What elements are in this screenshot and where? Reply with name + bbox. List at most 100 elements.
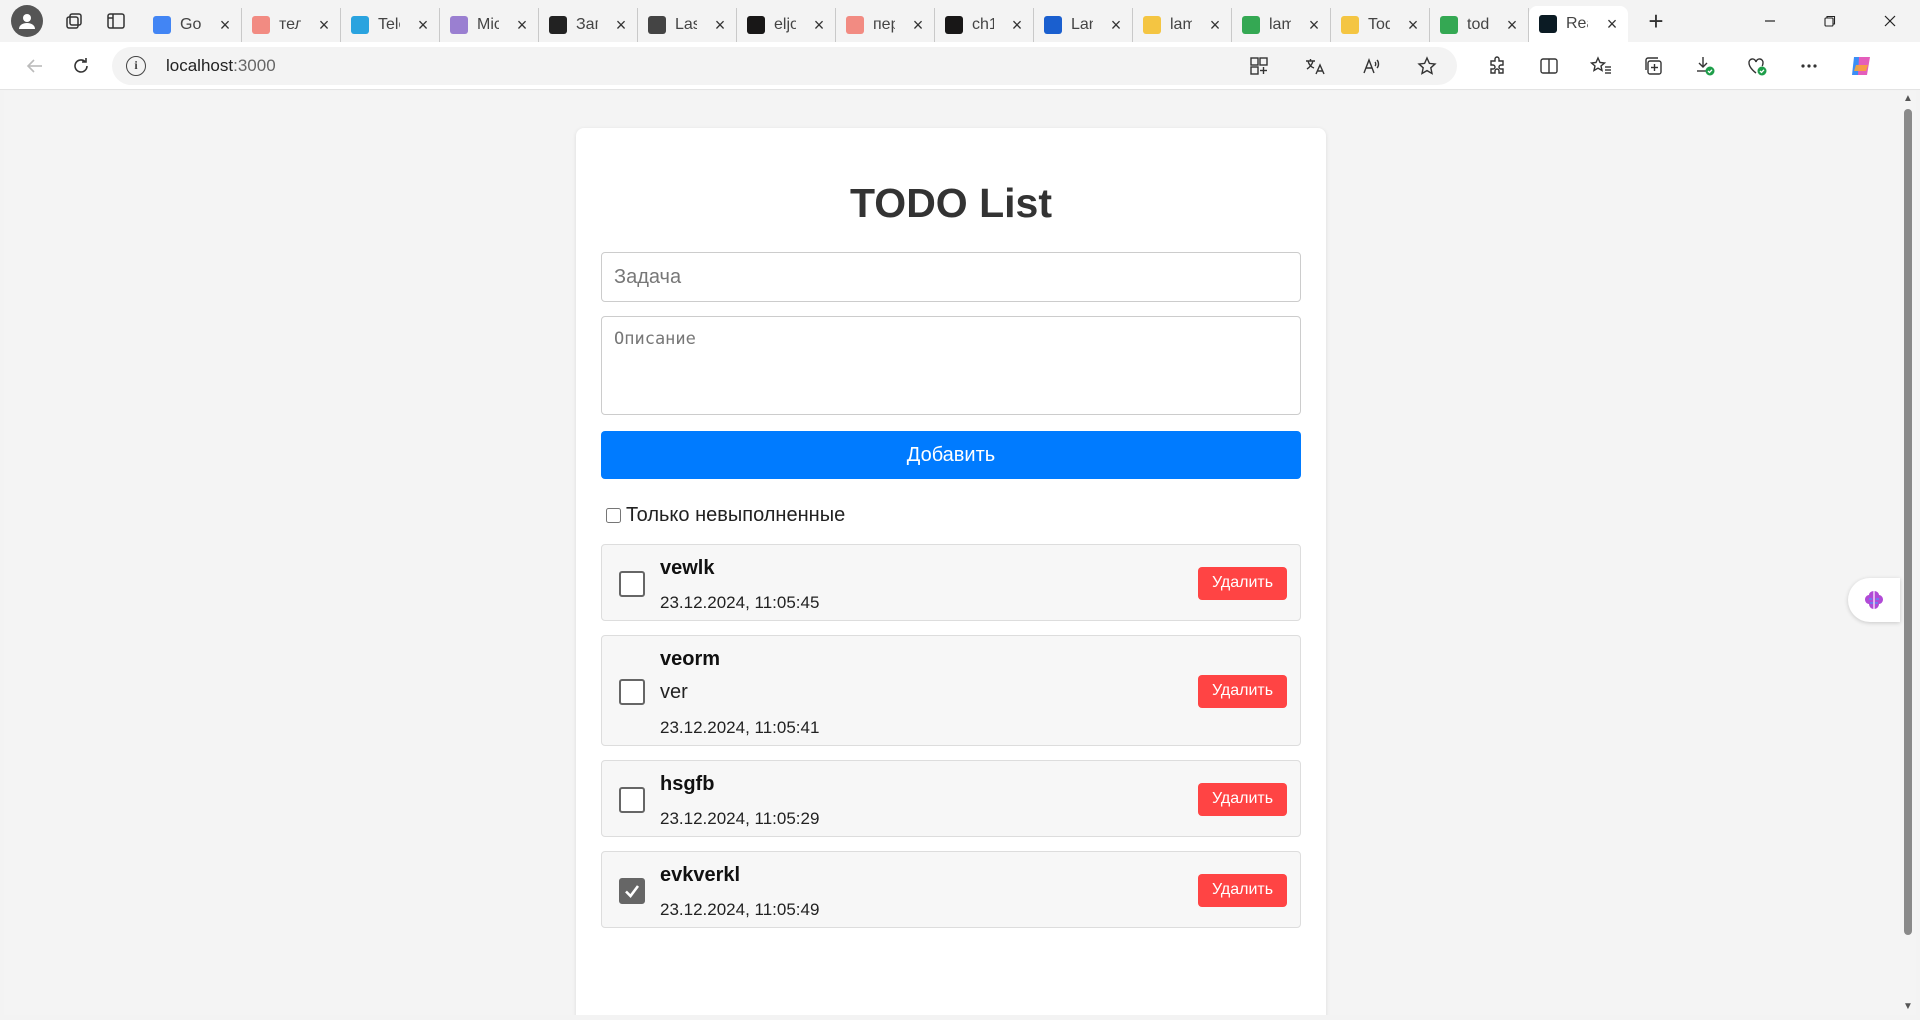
page-title: TODO List: [850, 180, 1052, 226]
browser-tab[interactable]: Rea ×: [1529, 6, 1628, 42]
todo-checkbox[interactable]: [619, 570, 645, 597]
downloads-icon[interactable]: [1689, 50, 1721, 82]
todo-title: vewlk: [660, 557, 715, 579]
todo-item: evkverkl 23.12.2024, 11:05:49 Удалить: [601, 851, 1301, 928]
url-port: :3000: [233, 55, 276, 75]
window-controls: [1740, 0, 1920, 42]
copilot-sidebar-button[interactable]: [1848, 578, 1900, 622]
folder-icon: [1143, 16, 1161, 34]
url-text[interactable]: localhost:3000: [166, 56, 276, 76]
tab-title: Зап: [576, 16, 598, 33]
delete-button[interactable]: Удалить: [1198, 782, 1287, 816]
copilot-icon[interactable]: [1845, 50, 1877, 82]
delete-button[interactable]: Удалить: [1198, 873, 1287, 907]
tab-title: тел: [279, 16, 301, 33]
browser-tab[interactable]: тел ×: [242, 8, 341, 42]
browser-tab[interactable]: tod ×: [1430, 8, 1529, 42]
tab-close-icon[interactable]: ×: [910, 16, 926, 34]
tab-close-icon[interactable]: ×: [316, 16, 332, 34]
back-icon[interactable]: [14, 46, 56, 86]
tab-title: ch1: [972, 16, 994, 33]
tab-close-icon[interactable]: ×: [712, 16, 728, 34]
close-window-icon[interactable]: [1860, 0, 1920, 42]
new-tab-button[interactable]: +: [1632, 0, 1680, 42]
tab-close-icon[interactable]: ×: [811, 16, 827, 34]
tab-close-icon[interactable]: ×: [1009, 16, 1025, 34]
extensions-icon[interactable]: [1481, 50, 1513, 82]
browser-tab[interactable]: Mic ×: [440, 8, 539, 42]
browser-tab[interactable]: Зап ×: [539, 8, 638, 42]
todo-checkbox[interactable]: [619, 877, 645, 904]
tab-title: Tele: [378, 16, 400, 33]
filter-label: Только невыполненные: [626, 504, 846, 526]
todo-date: 23.12.2024, 11:05:29: [660, 809, 820, 828]
browser-tab[interactable]: Goo ×: [143, 8, 242, 42]
todo-date: 23.12.2024, 11:05:49: [660, 900, 820, 919]
favorites-icon[interactable]: [1585, 50, 1617, 82]
tab-title: Tod: [1368, 16, 1390, 33]
restore-icon[interactable]: [1800, 0, 1860, 42]
browser-tab[interactable]: eljo ×: [737, 8, 836, 42]
tab-close-icon[interactable]: ×: [1504, 16, 1520, 34]
workspaces-icon[interactable]: [53, 0, 95, 42]
tab-close-icon[interactable]: ×: [1405, 16, 1421, 34]
read-aloud-icon[interactable]: [1355, 50, 1387, 82]
add-button[interactable]: Добавить: [601, 431, 1301, 479]
todo-card: TODO List Добавить Только невыполненные …: [576, 128, 1326, 1015]
tab-title: tod: [1467, 16, 1489, 33]
tab-close-icon[interactable]: ×: [1306, 16, 1322, 34]
filter-incomplete[interactable]: Только невыполненные: [606, 504, 845, 527]
scroll-up-icon[interactable]: ▲: [1902, 93, 1914, 105]
tab-list: Goo×тел×Tele×Mic×Зап×Las×eljo×пер×ch1×La…: [143, 0, 1628, 42]
scrollbar-thumb[interactable]: [1904, 109, 1912, 935]
browser-essentials-icon[interactable]: [1741, 50, 1773, 82]
refresh-icon[interactable]: [60, 46, 102, 86]
tab-close-icon[interactable]: ×: [217, 16, 233, 34]
app-available-icon[interactable]: [1243, 50, 1275, 82]
delete-button[interactable]: Удалить: [1198, 566, 1287, 600]
browser-tab[interactable]: Tele ×: [341, 8, 440, 42]
browser-tab[interactable]: Tod ×: [1331, 8, 1430, 42]
tab-title: eljo: [774, 16, 796, 33]
todo-checkbox[interactable]: [619, 786, 645, 813]
more-options-icon[interactable]: [1793, 50, 1825, 82]
delete-button[interactable]: Удалить: [1198, 674, 1287, 708]
translate-icon[interactable]: [1299, 50, 1331, 82]
tab-close-icon[interactable]: ×: [514, 16, 530, 34]
todo-item: vewlk 23.12.2024, 11:05:45 Удалить: [601, 544, 1301, 621]
tab-close-icon[interactable]: ×: [613, 16, 629, 34]
site-info-icon[interactable]: i: [126, 55, 146, 76]
minimize-icon[interactable]: [1740, 0, 1800, 42]
bot-icon: [549, 16, 567, 34]
tab-title: Goo: [180, 16, 202, 33]
description-textarea[interactable]: [601, 316, 1301, 415]
todo-checkbox[interactable]: [619, 678, 645, 705]
tab-close-icon[interactable]: ×: [1108, 16, 1124, 34]
profile-icon[interactable]: [11, 5, 43, 37]
browser-tab[interactable]: ch1 ×: [935, 8, 1034, 42]
tab-close-icon[interactable]: ×: [415, 16, 431, 34]
contact-icon: [1044, 16, 1062, 34]
browser-tab[interactable]: Las ×: [638, 8, 737, 42]
split-screen-icon[interactable]: [1533, 50, 1565, 82]
browser-tab[interactable]: lam ×: [1133, 8, 1232, 42]
collections-icon[interactable]: [1637, 50, 1669, 82]
address-bar[interactable]: i localhost:3000: [112, 46, 1457, 85]
tab-close-icon[interactable]: ×: [1604, 15, 1620, 33]
tab-close-icon[interactable]: ×: [1207, 16, 1223, 34]
browser-tab[interactable]: lam ×: [1232, 8, 1331, 42]
github-icon: [945, 16, 963, 34]
todo-item: veorm ver 23.12.2024, 11:05:41 Удалить: [601, 635, 1301, 746]
task-input[interactable]: [601, 252, 1301, 302]
browser-tab[interactable]: пер ×: [836, 8, 935, 42]
filter-checkbox[interactable]: [606, 508, 621, 523]
todo-title: hsgfb: [660, 773, 715, 795]
google-icon: [153, 16, 171, 34]
browser-tab[interactable]: Lan ×: [1034, 8, 1133, 42]
todo-item: hsgfb 23.12.2024, 11:05:29 Удалить: [601, 760, 1301, 837]
todo-date: 23.12.2024, 11:05:45: [660, 593, 820, 612]
page-scrollbar[interactable]: ▲ ▼: [1900, 91, 1916, 1015]
favorite-star-icon[interactable]: [1411, 50, 1443, 82]
scroll-down-icon[interactable]: ▼: [1902, 1001, 1914, 1013]
vertical-tabs-icon[interactable]: [95, 0, 137, 42]
